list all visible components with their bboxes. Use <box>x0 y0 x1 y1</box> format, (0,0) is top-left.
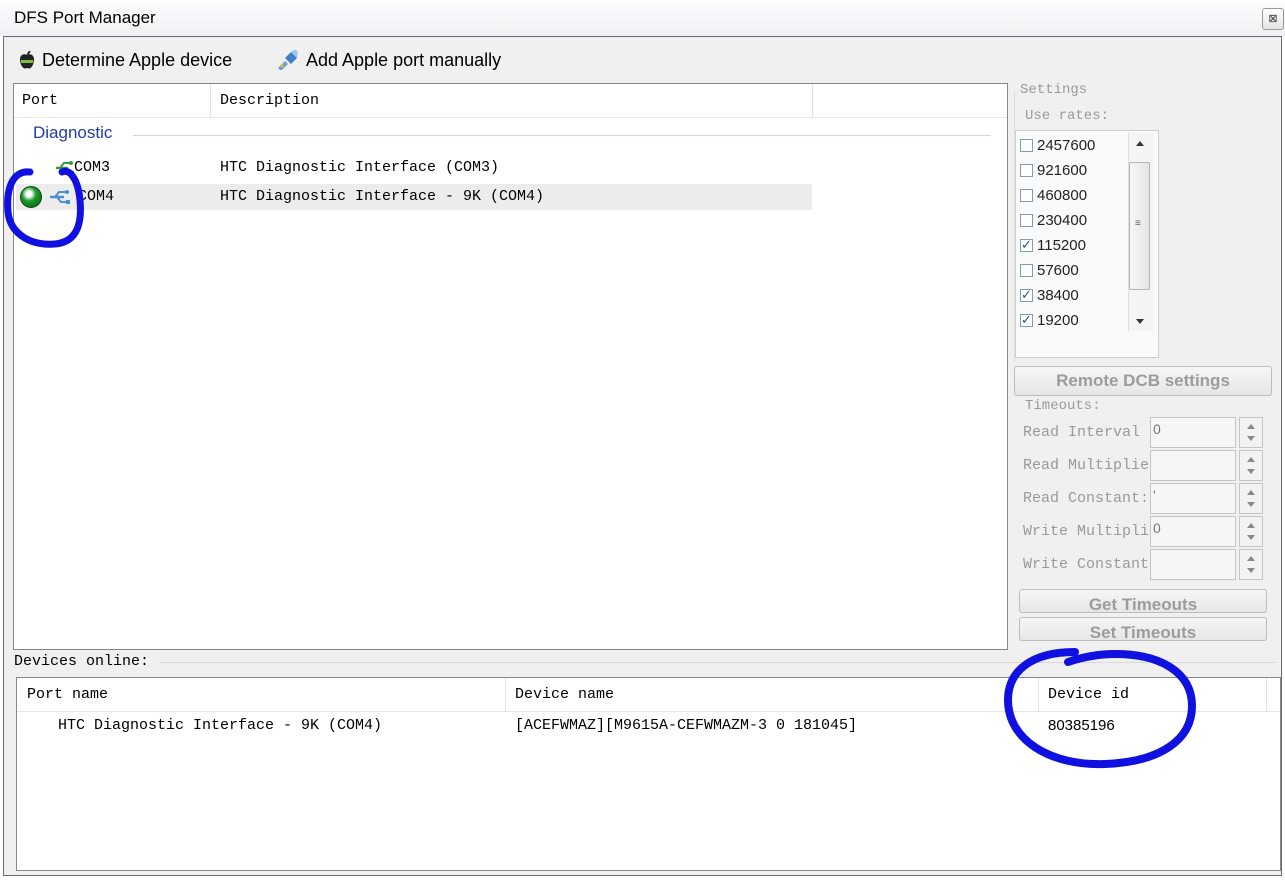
use-rates-label: Use rates: <box>1025 108 1110 124</box>
column-header-device-id[interactable]: Device id <box>1048 678 1129 712</box>
add-apple-port-button[interactable]: Add Apple port manually <box>276 47 501 73</box>
rate-value: 921600 <box>1037 162 1088 179</box>
rate-option-921600[interactable]: 921600 <box>1020 158 1087 183</box>
rate-checkbox[interactable] <box>1020 164 1033 177</box>
read-constant-label: Read Constant: <box>1023 490 1150 507</box>
timeouts-label: Timeouts: <box>1025 398 1101 414</box>
devices-group-line <box>160 662 1275 663</box>
write-multiplier-input[interactable]: 0 <box>1150 516 1236 547</box>
rate-checkbox[interactable] <box>1020 237 1033 253</box>
rate-option-2457600[interactable]: 2457600 <box>1020 133 1095 158</box>
port-name-com4: COM4 <box>78 188 115 205</box>
read-multiplier-spinner[interactable] <box>1239 450 1263 481</box>
column-divider[interactable] <box>1266 678 1267 712</box>
write-multiplier-spinner[interactable] <box>1239 516 1263 547</box>
settings-group-label: Settings <box>1020 82 1088 98</box>
column-divider[interactable] <box>210 84 211 118</box>
port-description-com4: HTC Diagnostic Interface - 9K (COM4) <box>220 188 545 205</box>
rate-value: 460800 <box>1037 187 1088 204</box>
column-divider[interactable] <box>812 84 813 118</box>
determine-apple-device-label: Determine Apple device <box>42 49 233 70</box>
rate-checkbox[interactable] <box>1020 287 1033 303</box>
devices-online-label: Devices online: <box>14 653 150 670</box>
read-multiplier-label: Read Multiplier: <box>1023 457 1168 474</box>
window-title: DFS Port Manager <box>14 8 156 27</box>
column-divider[interactable] <box>505 678 506 712</box>
rate-checkbox[interactable] <box>1020 189 1033 202</box>
rate-option-38400[interactable]: 38400 <box>1020 283 1079 308</box>
scroll-down-icon[interactable] <box>1136 319 1144 324</box>
rate-value: 115200 <box>1037 237 1086 254</box>
read-multiplier-input[interactable] <box>1150 450 1236 481</box>
rate-option-19200[interactable]: 19200 <box>1020 308 1079 333</box>
write-multiplier-label: Write Multipli <box>1023 523 1150 540</box>
port-list-header <box>14 84 1007 118</box>
write-constant-label: Write Constant: <box>1023 556 1159 573</box>
scroll-up-icon[interactable] <box>1136 141 1144 146</box>
connected-status-icon <box>20 186 42 208</box>
usb-plug-icon <box>278 50 298 70</box>
grip-icon: ≡ <box>1135 218 1141 229</box>
rate-value: 38400 <box>1037 287 1079 304</box>
read-interval-label: Read Interval <box>1023 424 1141 441</box>
read-interval-spinner[interactable] <box>1239 417 1263 448</box>
determine-apple-device-button[interactable]: Determine Apple device <box>18 47 232 73</box>
column-header-description[interactable]: Description <box>220 84 319 118</box>
port-description-com3: HTC Diagnostic Interface (COM3) <box>220 159 500 176</box>
read-interval-input[interactable]: 0 <box>1150 417 1236 448</box>
usb-port-icon <box>50 190 70 204</box>
write-constant-spinner[interactable] <box>1239 549 1263 580</box>
device-id: 80385196 <box>1048 717 1115 734</box>
get-timeouts-button[interactable]: Get Timeouts <box>1019 589 1267 613</box>
device-port-name: HTC Diagnostic Interface - 9K (COM4) <box>58 717 383 734</box>
usb-port-icon <box>56 161 74 175</box>
set-timeouts-button[interactable]: Set Timeouts <box>1019 617 1267 641</box>
rate-value: 230400 <box>1037 212 1088 229</box>
read-constant-input[interactable]: ' <box>1150 483 1236 514</box>
read-constant-spinner[interactable] <box>1239 483 1263 514</box>
write-constant-input[interactable] <box>1150 549 1236 580</box>
title-bar <box>0 0 1285 36</box>
rate-option-115200[interactable]: 115200 <box>1020 233 1086 258</box>
column-header-device-name[interactable]: Device name <box>515 678 614 712</box>
rate-option-57600[interactable]: 57600 <box>1020 258 1079 283</box>
group-divider <box>133 135 991 136</box>
rate-option-230400[interactable]: 230400 <box>1020 208 1087 233</box>
rate-checkbox[interactable] <box>1020 214 1033 227</box>
rate-value: 2457600 <box>1037 137 1096 154</box>
rate-checkbox[interactable] <box>1020 312 1033 328</box>
add-apple-port-label: Add Apple port manually <box>306 49 502 70</box>
rate-option-460800[interactable]: 460800 <box>1020 183 1087 208</box>
rate-checkbox[interactable] <box>1020 139 1033 152</box>
column-header-port[interactable]: Port <box>22 84 58 118</box>
close-button[interactable]: ⊠ <box>1262 8 1284 30</box>
group-label-diagnostic: Diagnostic <box>33 123 113 142</box>
rate-checkbox[interactable] <box>1020 264 1033 277</box>
device-name: [ACEFWMAZ][M9615A-CEFWMAZM-3 0 181045] <box>515 717 858 734</box>
column-header-port-name[interactable]: Port name <box>27 678 108 712</box>
column-divider[interactable] <box>1038 678 1039 712</box>
rate-value: 57600 <box>1037 262 1079 279</box>
port-name-com3: COM3 <box>74 159 111 176</box>
remote-dcb-settings-button[interactable]: Remote DCB settings <box>1014 366 1272 396</box>
rate-value: 19200 <box>1037 312 1079 329</box>
apple-icon <box>20 50 34 69</box>
